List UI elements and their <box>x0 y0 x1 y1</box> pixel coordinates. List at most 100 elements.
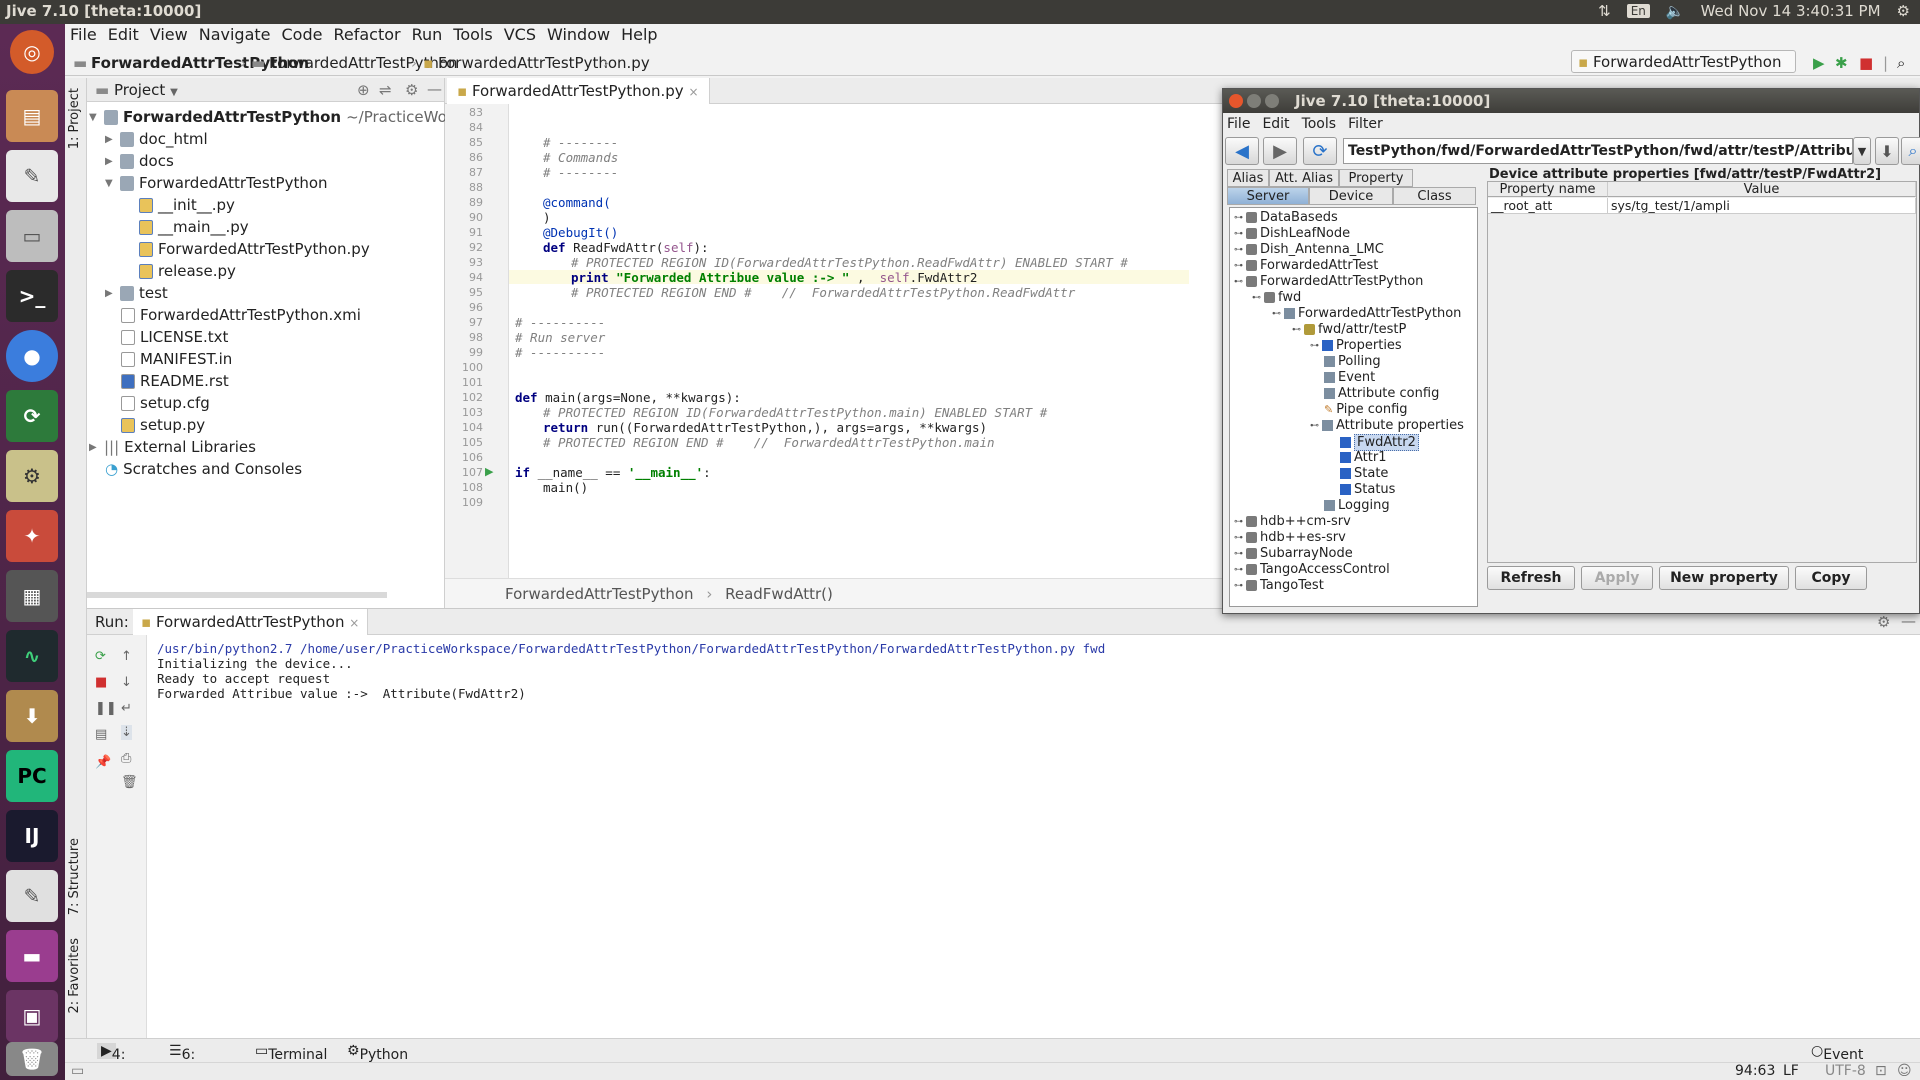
ubuntu-logo-icon[interactable]: ◎ <box>10 30 54 74</box>
forward-arrow-icon[interactable]: ▶ <box>1263 137 1297 165</box>
menu-navigate[interactable]: Navigate <box>194 24 277 44</box>
tree-item[interactable]: MANIFEST.in <box>121 348 232 370</box>
text-editor-2-icon[interactable]: ✎ <box>6 870 58 922</box>
tab-event-log[interactable]: ○ Event Log <box>1811 1043 1863 1079</box>
gear-icon[interactable]: ⚙ <box>1877 613 1890 631</box>
code-area[interactable]: # -------- # Commands # -------- @comman… <box>445 104 1225 578</box>
tree-node[interactable]: ⊶ DataBaseds <box>1234 210 1338 225</box>
archive-icon[interactable]: ⬇ <box>6 690 58 742</box>
menu-file[interactable]: File <box>65 24 103 44</box>
chevron-down-icon[interactable]: ▼ <box>1853 137 1871 165</box>
tree-item[interactable]: LICENSE.txt <box>121 326 228 348</box>
tree-node[interactable]: Status <box>1340 482 1395 497</box>
desktop-icon[interactable]: ▬ <box>6 930 58 982</box>
network-icon[interactable]: ⇅ <box>1598 2 1611 20</box>
tree-node[interactable]: ⊶ ForwardedAttrTest <box>1234 258 1378 273</box>
trash-icon[interactable]: 🗑 <box>6 1042 58 1076</box>
run-icon[interactable]: ▶ <box>1813 54 1825 72</box>
pause-icon[interactable]: ❚❚ <box>95 701 117 716</box>
tree-item[interactable]: setup.py <box>121 414 205 436</box>
jive-menu-file[interactable]: File <box>1227 116 1250 132</box>
stop-icon[interactable]: ■ <box>1859 54 1873 72</box>
tab-python-console[interactable]: ⚙ Python Console <box>347 1043 415 1079</box>
crumb-method[interactable]: ReadFwdAttr() <box>725 585 833 603</box>
system-gear-icon[interactable]: ⚙ <box>1897 2 1910 20</box>
column-header[interactable]: Value <box>1608 182 1916 197</box>
tree-item[interactable]: ▶ docs <box>105 150 174 172</box>
horizontal-scrollbar[interactable] <box>87 592 387 598</box>
toggle-panels-icon[interactable]: ▭ <box>71 1063 84 1079</box>
tree-item[interactable]: README.rst <box>121 370 229 392</box>
soft-wrap-icon[interactable]: ↵ <box>121 701 132 716</box>
file-encoding[interactable]: UTF-8 <box>1825 1063 1866 1079</box>
menu-window[interactable]: Window <box>542 24 616 44</box>
tree-item[interactable]: __main__.py <box>139 216 249 238</box>
maximize-window-icon[interactable] <box>1265 94 1279 108</box>
files-icon[interactable]: ▤ <box>6 90 58 142</box>
pycharm-icon[interactable]: PC <box>6 750 58 802</box>
search-icon[interactable]: ⌕ <box>1901 137 1920 165</box>
settings-icon[interactable]: ⟳ <box>6 390 58 442</box>
locate-icon[interactable]: ⊕ <box>357 81 370 99</box>
run-configuration-select[interactable]: ▪ ForwardedAttrTestPython ▼ <box>1571 50 1796 88</box>
tree-node[interactable]: Event <box>1324 370 1375 385</box>
workspaces-icon[interactable]: ▣ <box>6 990 58 1042</box>
rerun-icon[interactable]: ⟳ <box>95 649 106 664</box>
print-icon[interactable]: ⎙ <box>121 751 131 766</box>
caret-position[interactable]: 94:63 <box>1735 1063 1775 1079</box>
property-value-cell[interactable]: sys/tg_test/1/ampli <box>1608 198 1916 214</box>
tree-item[interactable]: release.py <box>139 260 236 282</box>
tree-node[interactable]: ⊶ hdb++cm-srv <box>1234 514 1351 529</box>
tree-node[interactable]: Polling <box>1324 354 1381 369</box>
scroll-to-end-icon[interactable]: ⇣ <box>121 725 132 740</box>
project-view-selector[interactable]: Project <box>114 81 165 99</box>
tab-run[interactable]: ▶ 4: Run <box>97 1043 139 1079</box>
tree-node[interactable]: ⊶ Properties <box>1310 338 1402 353</box>
text-editor-icon[interactable]: ✎ <box>6 150 58 202</box>
tab-terminal[interactable]: ▭ Terminal <box>255 1043 327 1063</box>
trash-icon[interactable]: 🗑 <box>121 775 138 790</box>
property-name-cell[interactable]: __root_att <box>1488 198 1608 214</box>
tree-node[interactable]: ⊶ hdb++es-srv <box>1234 530 1346 545</box>
close-icon[interactable]: × <box>688 85 698 99</box>
tree-node[interactable]: ✎ Pipe config <box>1324 402 1408 417</box>
close-icon[interactable]: × <box>349 616 359 630</box>
back-arrow-icon[interactable]: ◀ <box>1225 137 1259 165</box>
restore-layout-icon[interactable]: ▤ <box>95 727 107 742</box>
tool-window-favorites[interactable]: 2: Favorites <box>67 938 82 1014</box>
jive-menu-tools[interactable]: Tools <box>1302 116 1337 132</box>
line-separator[interactable]: LF <box>1783 1063 1799 1079</box>
menu-help[interactable]: Help <box>616 24 663 44</box>
copy-button[interactable]: Copy <box>1795 566 1867 590</box>
tree-node[interactable]: ⊶ TangoAccessControl <box>1234 562 1390 577</box>
tree-item[interactable]: ForwardedAttrTestPython.xmi <box>121 304 361 326</box>
path-input[interactable]: TestPython/fwd/ForwardedAttrTestPython/f… <box>1343 138 1853 164</box>
tab-property[interactable]: Property <box>1339 169 1413 187</box>
keyboard-indicator[interactable]: En <box>1626 4 1650 18</box>
up-icon[interactable]: ↑ <box>121 649 132 664</box>
tree-item[interactable]: ▶ ||| External Libraries <box>89 436 256 458</box>
breadcrumb-file[interactable]: ForwardedAttrTestPython.py <box>438 54 650 72</box>
menu-edit[interactable]: Edit <box>103 24 145 44</box>
run-tab[interactable]: ▪ ForwardedAttrTestPython × <box>133 609 369 635</box>
tree-node[interactable]: Logging <box>1324 498 1390 513</box>
tab-todo[interactable]: ☰ 6: TODO <box>169 1043 223 1079</box>
close-window-icon[interactable] <box>1229 94 1243 108</box>
tool-window-structure[interactable]: 7: Structure <box>67 838 82 915</box>
menu-code[interactable]: Code <box>277 24 329 44</box>
menu-refactor[interactable]: Refactor <box>328 24 406 44</box>
tree-node[interactable]: ⊶ Dish_Antenna_LMC <box>1234 242 1384 257</box>
minimize-window-icon[interactable] <box>1247 94 1261 108</box>
down-arrow-icon[interactable]: ⬇ <box>1875 137 1899 165</box>
tree-node[interactable]: ⊷ Attribute properties <box>1310 418 1464 433</box>
search-icon[interactable]: ⌕ <box>1897 54 1905 72</box>
down-icon[interactable]: ↓ <box>121 675 132 690</box>
debug-icon[interactable]: ✱ <box>1835 54 1848 72</box>
inspector-icon[interactable]: ☺ <box>1897 1063 1912 1079</box>
tree-node[interactable]: State <box>1340 466 1388 481</box>
stop-icon[interactable]: ■ <box>95 675 107 690</box>
volume-icon[interactable]: 🔈 <box>1666 2 1685 20</box>
tab-device[interactable]: Device <box>1309 187 1393 205</box>
refresh-icon[interactable]: ⟳ <box>1303 137 1337 165</box>
tab-server[interactable]: Server <box>1227 187 1309 205</box>
